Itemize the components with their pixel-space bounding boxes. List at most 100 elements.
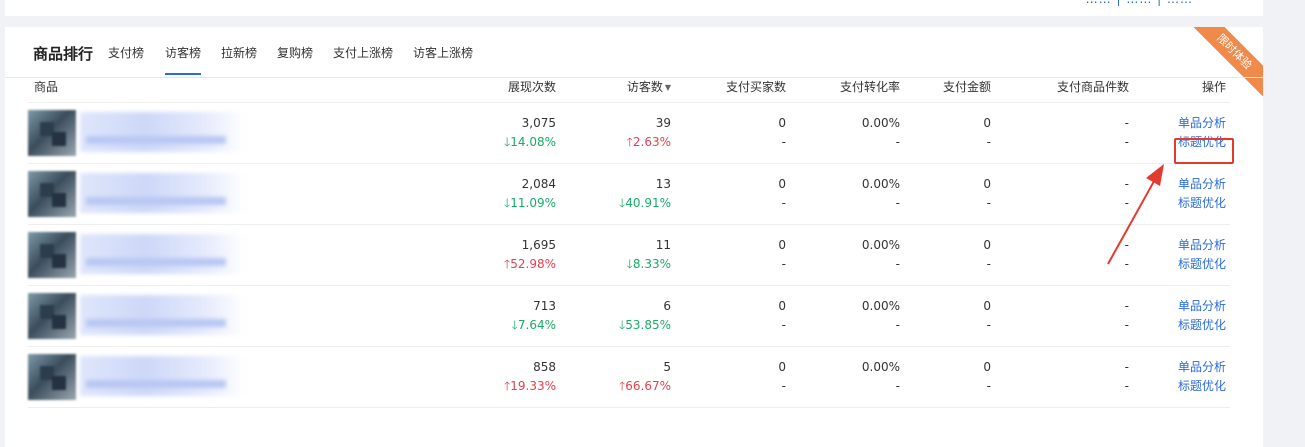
views-change-value: 7.64% [517,318,556,332]
product-blurred[interactable] [28,230,258,280]
product-blurred[interactable] [28,169,258,219]
conversion-sub: - [895,318,900,332]
views-value: 713 [533,299,556,313]
buyers-value: 0 [778,116,786,130]
table-row: 713 🡓7.64% 6 🡓53.85% 0 - 0.00% - 0 - - -… [28,285,1230,347]
product-cell[interactable] [28,224,268,286]
col-views[interactable]: 展现次数 [268,70,560,103]
amount-cell: 0 - [904,163,995,225]
items-sub: - [1124,379,1129,393]
amount-cell: 0 - [904,224,995,286]
product-title-blurred[interactable] [80,234,245,274]
conversion-sub: - [895,379,900,393]
product-thumbnail[interactable] [28,171,76,217]
product-thumbnail[interactable] [28,232,76,278]
amount-value: 0 [983,360,991,374]
conversion-cell: 0.00% - [790,163,904,225]
amount-cell: 0 - [904,285,995,347]
visitors-change: 🡓40.91% [564,194,671,213]
product-title-blurred[interactable] [80,173,245,213]
col-buyers[interactable]: 支付买家数 [675,70,790,103]
single-product-analysis-link[interactable]: 单品分析 [1137,358,1226,377]
top-bar: …… | …… | …… [5,0,1263,16]
conversion-cell: 0.00% - [790,346,904,408]
visitors-change: 🡑66.67% [564,377,671,396]
tab-payment[interactable]: 支付榜 [108,44,144,61]
buyers-value: 0 [778,360,786,374]
amount-value: 0 [983,116,991,130]
tab-new-customers[interactable]: 拉新榜 [221,44,257,61]
sort-desc-icon[interactable]: ▼ [665,83,671,92]
conversion-sub: - [895,196,900,210]
buyers-sub: - [781,135,786,149]
visitors-change-value: 40.91% [625,196,671,210]
card-title: 商品排行 [33,45,94,63]
views-value: 2,084 [521,177,556,191]
top-links[interactable]: …… | …… | …… [1086,0,1193,6]
views-change-value: 14.08% [510,135,556,149]
product-thumbnail[interactable] [28,293,76,339]
amount-sub: - [986,135,991,149]
buyers-value: 0 [778,299,786,313]
buyers-cell: 0 - [675,224,790,286]
amount-cell: 0 - [904,346,995,408]
tab-visitors[interactable]: 访客榜 [165,44,201,61]
visitors-change-value: 53.85% [625,318,671,332]
amount-sub: - [986,196,991,210]
items-value: - [1124,299,1129,313]
product-cell[interactable] [28,346,268,408]
buyers-sub: - [781,379,786,393]
single-product-analysis-link[interactable]: 单品分析 [1137,114,1226,133]
tab-visitors-rising[interactable]: 访客上涨榜 [413,44,473,61]
amount-sub: - [986,318,991,332]
views-cell: 2,084 🡓11.09% [268,163,560,225]
conversion-sub: - [895,257,900,271]
amount-sub: - [986,257,991,271]
annotation-arrow-icon [1107,164,1164,265]
product-title-blurred[interactable] [80,295,245,335]
product-title-blurred[interactable] [80,112,245,152]
product-title-blurred[interactable] [80,356,245,396]
visitors-cell: 11 🡓8.33% [560,224,675,286]
ranking-table: 商品 展现次数 访客数 ▼ 支付买家数 支付转化率 支付金额 支付商品件数 操作 … [28,70,1230,408]
views-cell: 3,075 🡓14.08% [268,102,560,164]
views-change: 🡓7.64% [272,316,556,335]
amount-value: 0 [983,238,991,252]
visitors-change: 🡓53.85% [564,316,671,335]
amount-value: 0 [983,299,991,313]
buyers-sub: - [781,257,786,271]
views-cell: 713 🡓7.64% [268,285,560,347]
product-blurred[interactable] [28,108,258,158]
visitors-change: 🡑2.63% [564,133,671,152]
table-row: 1,695 🡑52.98% 11 🡓8.33% 0 - 0.00% - 0 - … [28,224,1230,286]
conversion-value: 0.00% [861,177,900,191]
col-items[interactable]: 支付商品件数 [995,70,1133,103]
product-blurred[interactable] [28,291,258,341]
product-thumbnail[interactable] [28,354,76,400]
table-row: 3,075 🡓14.08% 39 🡑2.63% 0 - 0.00% - 0 - … [28,102,1230,164]
col-amount[interactable]: 支付金额 [904,70,995,103]
buyers-cell: 0 - [675,346,790,408]
views-change: 🡓14.08% [272,133,556,152]
product-blurred[interactable] [28,352,258,402]
tab-repurchase[interactable]: 复购榜 [277,44,313,61]
col-conversion[interactable]: 支付转化率 [790,70,904,103]
conversion-value: 0.00% [861,299,900,313]
views-cell: 858 🡑19.33% [268,346,560,408]
product-cell[interactable] [28,163,268,225]
product-cell[interactable] [28,285,268,347]
items-sub: - [1124,318,1129,332]
conversion-cell: 0.00% - [790,285,904,347]
col-visitors[interactable]: 访客数 ▼ [560,70,675,103]
buyers-sub: - [781,318,786,332]
single-product-analysis-link[interactable]: 单品分析 [1137,297,1226,316]
views-change-value: 19.33% [510,379,556,393]
table-row: 2,084 🡓11.09% 13 🡓40.91% 0 - 0.00% - 0 -… [28,163,1230,225]
conversion-value: 0.00% [861,238,900,252]
title-optimize-link[interactable]: 标题优化 [1137,316,1226,335]
product-cell[interactable] [28,102,268,164]
product-thumbnail[interactable] [28,110,76,156]
title-optimize-link[interactable]: 标题优化 [1137,377,1226,396]
tab-payment-rising[interactable]: 支付上涨榜 [333,44,393,61]
items-value: - [1124,116,1129,130]
